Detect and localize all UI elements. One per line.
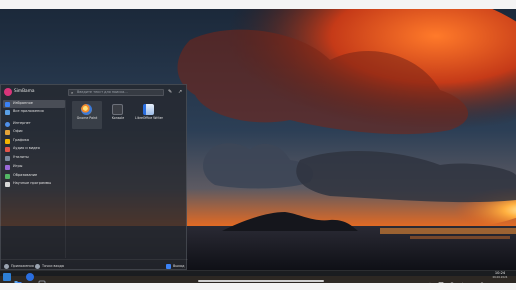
flask-icon xyxy=(5,181,10,187)
image-icon xyxy=(5,138,10,144)
category-education[interactable]: Образование xyxy=(3,172,65,180)
category-science[interactable]: Научные программы xyxy=(3,180,65,188)
clock-date: 06.06.2024 xyxy=(492,276,508,279)
category-graphics[interactable]: Графика xyxy=(3,137,65,145)
tools-icon xyxy=(5,155,10,161)
app-grid: Gnome Paint Konsole LibreOffice Writer xyxy=(69,100,186,258)
app-label: Konsole xyxy=(111,116,125,120)
category-label: Утилиты xyxy=(13,155,29,159)
network-icon[interactable] xyxy=(449,273,455,288)
category-label: Интернет xyxy=(13,121,31,125)
category-utilities[interactable]: Утилиты xyxy=(3,154,65,162)
applications-label: Приложения xyxy=(11,264,34,268)
briefcase-icon xyxy=(5,129,10,135)
category-label: Образование xyxy=(13,173,38,177)
category-label: Графика xyxy=(13,138,30,142)
category-label: Игры xyxy=(13,164,23,168)
writer-icon xyxy=(143,104,154,115)
category-label: Все приложения xyxy=(13,109,44,113)
graduation-icon xyxy=(5,173,10,179)
browser-icon[interactable] xyxy=(26,273,34,281)
clipboard-icon[interactable] xyxy=(438,273,444,288)
files-icon[interactable] xyxy=(14,273,22,287)
updates-icon[interactable] xyxy=(427,273,433,288)
top-bar xyxy=(0,0,516,9)
globe-icon xyxy=(5,121,10,127)
apps-icon xyxy=(4,263,9,269)
desktop: SimBama ⌕ Введите текст для поиска… ✎ ↗ … xyxy=(0,0,516,290)
terminal-icon xyxy=(112,104,123,115)
grid-icon xyxy=(5,109,10,115)
application-launcher: SimBama ⌕ Введите текст для поиска… ✎ ↗ … xyxy=(0,84,188,270)
category-games[interactable]: Игры xyxy=(3,163,65,171)
entry-points-label: Точки входа xyxy=(42,264,64,268)
system-clock[interactable]: 10:24 06.06.2024 xyxy=(488,271,512,283)
category-label: Избранное xyxy=(13,101,33,105)
paint-icon xyxy=(81,104,92,115)
notifications-icon[interactable] xyxy=(479,273,485,287)
category-office[interactable]: Офис xyxy=(3,128,65,136)
volume-icon[interactable] xyxy=(459,273,465,288)
username: SimBama xyxy=(14,89,35,94)
pin-icon[interactable]: ✎ xyxy=(168,88,172,96)
search-icon: ⌕ xyxy=(71,90,74,95)
settings-icon[interactable]: ↗ xyxy=(178,88,182,96)
app-label: Gnome Paint xyxy=(76,116,98,120)
logout-label: Выход xyxy=(173,264,185,268)
category-label: Научные программы xyxy=(13,181,52,185)
category-sidebar: Избранное Все приложения Интернет Офис Г… xyxy=(3,100,66,258)
category-internet[interactable]: Интернет xyxy=(3,120,65,128)
app-label: LibreOffice Writer xyxy=(135,116,163,120)
home-indicator xyxy=(198,280,324,282)
star-icon xyxy=(5,101,10,107)
bottom-bar xyxy=(0,283,516,290)
category-label: Офис xyxy=(13,129,23,133)
launcher-icon[interactable] xyxy=(3,273,11,281)
media-icon xyxy=(5,146,10,152)
launcher-header: SimBama ⌕ Введите текст для поиска… ✎ ↗ xyxy=(1,85,188,100)
user-avatar[interactable] xyxy=(4,88,12,96)
gamepad-icon xyxy=(5,164,10,170)
category-label: Аудио и видео xyxy=(13,146,40,150)
battery-icon[interactable] xyxy=(469,273,475,287)
search-field[interactable]: ⌕ Введите текст для поиска… xyxy=(68,89,164,96)
app-icon[interactable] xyxy=(38,273,46,288)
category-audio-video[interactable]: Аудио и видео xyxy=(3,145,65,153)
logout-icon xyxy=(166,263,171,269)
app-konsole[interactable]: Konsole xyxy=(103,101,133,129)
search-placeholder: Введите текст для поиска… xyxy=(77,90,128,94)
places-icon xyxy=(35,263,40,269)
category-favorites[interactable]: Избранное xyxy=(3,100,65,108)
app-libreoffice-writer[interactable]: LibreOffice Writer xyxy=(134,101,164,129)
category-all-apps[interactable]: Все приложения xyxy=(3,108,65,116)
app-gnome-paint[interactable]: Gnome Paint xyxy=(72,101,102,129)
